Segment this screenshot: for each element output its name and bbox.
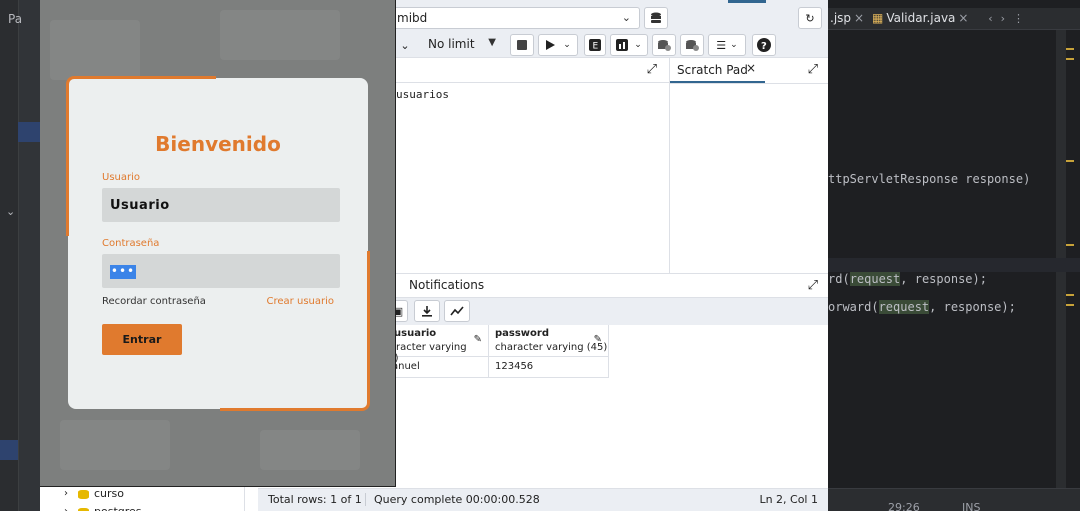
editor-tabs: .jsp × ▦ Validar.java × ‹›⋮ — [828, 8, 1080, 30]
password-input[interactable]: ••• — [102, 254, 340, 288]
column-name: password — [495, 328, 550, 339]
background-tile — [220, 10, 340, 60]
sql-text[interactable]: usuarios — [396, 88, 449, 101]
svg-text:E: E — [593, 42, 599, 52]
edit-pencil-icon[interactable]: ✎ — [474, 334, 482, 345]
login-title: Bienvenido — [155, 132, 281, 156]
cursor-position: Ln 2, Col 1 — [759, 493, 818, 506]
login-card: Bienvenido Usuario Usuario Contraseña ••… — [66, 76, 370, 411]
code-line[interactable]: orward(request, response); — [828, 300, 1016, 314]
table-cell[interactable]: anuel — [386, 357, 489, 378]
java-file-icon: ▦ — [872, 11, 884, 25]
explain-analyze-button[interactable]: ⌄ — [610, 34, 648, 56]
project-tree-strip — [18, 0, 40, 511]
limit-select[interactable]: No limit ▼ — [418, 34, 502, 56]
code-line[interactable]: rd(request, response); — [828, 272, 987, 286]
background-tile — [260, 430, 360, 470]
caret-position[interactable]: 29:26 — [888, 501, 920, 511]
warning-marker[interactable] — [1066, 304, 1074, 306]
remember-password-label[interactable]: Recordar contraseña — [102, 296, 206, 307]
limit-select-value: No limit — [428, 37, 475, 51]
column-type: character varying (45) — [495, 342, 608, 353]
tab-jsp[interactable]: .jsp × — [830, 11, 864, 25]
tab-scratch-pad[interactable]: Scratch Pad × — [670, 58, 765, 83]
close-icon[interactable]: × — [746, 61, 756, 75]
rollback-icon[interactable] — [680, 34, 704, 56]
password-value: ••• — [110, 264, 136, 279]
code-editor: .jsp × ▦ Validar.java × ‹›⋮ ttpServletRespo… — [828, 0, 1080, 511]
divider — [670, 83, 828, 84]
background-tile — [50, 20, 140, 80]
edit-pencil-icon[interactable]: ✎ — [594, 334, 602, 345]
tab-navigation[interactable]: ‹›⋮ — [988, 12, 1032, 25]
chevron-down-icon: ⌄ — [634, 40, 642, 50]
explain-icon[interactable]: E — [584, 34, 606, 56]
chevron-down-icon: ⌄ — [621, 11, 631, 24]
expand-icon[interactable]: ⤢ — [808, 278, 818, 293]
project-panel-label[interactable]: Pa — [8, 12, 22, 26]
warning-marker[interactable] — [1066, 244, 1074, 246]
database-select-value: mibd — [397, 11, 428, 25]
total-rows-status: Total rows: 1 of 1 — [268, 493, 362, 506]
chevron-down-icon[interactable]: ⌄ — [6, 205, 15, 218]
username-input[interactable]: Usuario — [102, 188, 340, 222]
column-header-usuario[interactable]: usuario character varying (45) ✎ — [378, 325, 489, 364]
chevron-right-icon[interactable]: › — [64, 488, 68, 499]
download-icon[interactable] — [414, 300, 440, 322]
status-bar: Total rows: 1 of 1 Query complete 00:00:… — [258, 488, 828, 511]
insert-mode[interactable]: INS — [962, 501, 980, 511]
warning-marker[interactable] — [1066, 160, 1074, 162]
column-header-password[interactable]: password character varying (45) ✎ — [489, 325, 609, 357]
macros-list-icon[interactable]: ☰ ⌄ — [708, 34, 746, 56]
username-value: Usuario — [110, 198, 170, 213]
chevron-down-icon: ⌄ — [730, 40, 738, 50]
expand-icon[interactable]: ⤢ — [808, 62, 818, 77]
chevron-down-icon: ⌄ — [563, 40, 571, 50]
help-icon[interactable]: ? — [752, 34, 776, 56]
chevron-right-icon[interactable]: › — [64, 506, 68, 511]
table-cell[interactable]: 123456 — [489, 357, 609, 378]
close-icon[interactable]: × — [958, 11, 968, 25]
refresh-icon[interactable]: ↻ — [798, 7, 822, 29]
login-button[interactable]: Entrar — [102, 324, 182, 355]
scratch-pad-panel: Scratch Pad × ⤢ — [670, 58, 828, 273]
caret-down-icon: ▼ — [488, 37, 496, 48]
scratch-pad-label: Scratch Pad — [677, 63, 748, 77]
column-name: usuario — [394, 328, 437, 339]
stop-icon[interactable] — [510, 34, 534, 56]
selected-item-highlight[interactable] — [0, 440, 18, 460]
close-icon[interactable]: × — [854, 11, 864, 25]
tree-item-postgres[interactable]: postgres — [94, 505, 142, 511]
login-window: Bienvenido Usuario Usuario Contraseña ••… — [40, 0, 396, 487]
current-line — [828, 258, 1080, 272]
commit-icon[interactable] — [652, 34, 676, 56]
graph-visualiser-icon[interactable] — [444, 300, 470, 322]
ide-status-bar: 29:26 INS — [828, 488, 1080, 511]
expand-icon[interactable]: ⤢ — [647, 62, 657, 77]
warning-marker[interactable] — [1066, 48, 1074, 50]
query-status: Query complete 00:00:00.528 — [365, 493, 540, 506]
chevron-down-icon[interactable]: ⌄ — [396, 34, 414, 56]
project-selected-row[interactable] — [18, 122, 40, 142]
warning-marker[interactable] — [1066, 294, 1074, 296]
tree-item-curso[interactable]: curso — [94, 487, 124, 500]
ide-left-panel: Pa ⌄ — [0, 0, 40, 511]
tab-label: .jsp — [830, 11, 852, 25]
code-line[interactable]: ttpServletResponse response) — [828, 172, 1030, 186]
database-stack-icon[interactable] — [644, 7, 668, 29]
create-user-link[interactable]: Crear usuario — [267, 296, 334, 307]
execute-button[interactable]: ⌄ — [538, 34, 578, 56]
svg-text:?: ? — [761, 41, 767, 52]
background-tile — [60, 420, 170, 470]
tab-notifications[interactable]: Notifications — [409, 278, 484, 292]
database-icon — [78, 490, 89, 499]
database-select[interactable]: mibd ⌄ — [388, 7, 640, 29]
tab-validar-java[interactable]: ▦ Validar.java × — [872, 11, 968, 25]
username-label: Usuario — [102, 172, 141, 183]
tab-label: Validar.java — [886, 11, 956, 25]
warning-marker[interactable] — [1066, 58, 1074, 60]
password-label: Contraseña — [102, 238, 160, 249]
active-tab-indicator — [728, 0, 766, 3]
